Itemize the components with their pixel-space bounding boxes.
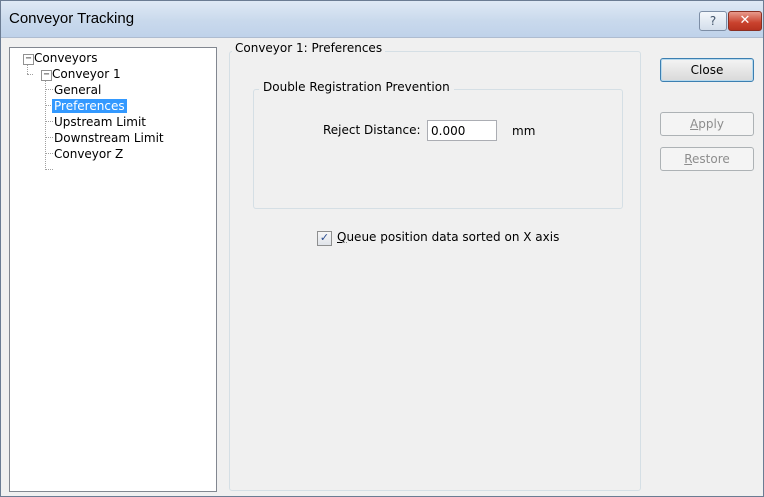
help-button[interactable]: ? <box>699 11 727 31</box>
reject-distance-label: Reject Distance: <box>323 123 421 137</box>
queue-sorted-label[interactable]: Queue position data sorted on X axis <box>337 230 559 244</box>
conveyor-tree[interactable]: − Conveyors − Conveyor 1 General Prefere… <box>9 47 217 492</box>
tree-line <box>27 74 33 75</box>
title-bar[interactable]: Conveyor Tracking ? ✕ <box>1 1 763 38</box>
close-button[interactable]: Close <box>660 58 754 82</box>
tree-item-label: Conveyor 1 <box>52 67 121 81</box>
tree-item-label: Upstream Limit <box>54 115 147 129</box>
collapse-icon[interactable]: − <box>41 70 52 81</box>
tree-item-label: Conveyors <box>34 51 98 65</box>
tree-item-downstream-limit[interactable]: Downstream Limit <box>54 130 164 146</box>
queue-sorted-label-text: ueue position data sorted on X axis <box>346 230 560 244</box>
panel-title: Conveyor 1: Preferences <box>232 41 386 55</box>
group-title: Double Registration Prevention <box>259 80 454 94</box>
close-window-button[interactable]: ✕ <box>728 11 762 31</box>
window-title: Conveyor Tracking <box>9 10 135 27</box>
collapse-icon[interactable]: − <box>23 54 34 65</box>
tree-item-preferences[interactable]: Preferences <box>52 98 127 114</box>
queue-sorted-checkbox[interactable]: ✓ <box>317 231 332 246</box>
reject-distance-unit: mm <box>512 124 536 138</box>
tree-item-conveyors[interactable]: Conveyors <box>34 50 97 66</box>
tree-line <box>45 89 53 90</box>
tree-item-label: Conveyor Z <box>54 147 124 161</box>
double-registration-group <box>253 89 623 209</box>
tree-line <box>45 169 53 170</box>
tree-line <box>45 153 53 154</box>
tree-item-label: Downstream Limit <box>54 131 164 145</box>
tree-item-label: Preferences <box>52 99 127 113</box>
restore-label: estore <box>692 152 730 166</box>
tree-item-label: General <box>54 83 102 97</box>
tree-item-upstream-limit[interactable]: Upstream Limit <box>54 114 146 130</box>
restore-button[interactable]: Restore <box>660 147 754 171</box>
tree-line <box>45 137 53 138</box>
tree-item-conveyor-1[interactable]: Conveyor 1 <box>52 66 121 82</box>
mnemonic-r: R <box>684 152 693 166</box>
tree-line <box>45 78 46 170</box>
reject-distance-input[interactable]: 0.000 <box>427 120 497 141</box>
apply-button[interactable]: Apply <box>660 112 754 136</box>
tree-item-general[interactable]: General <box>54 82 101 98</box>
tree-item-conveyor-z[interactable]: Conveyor Z <box>54 146 123 162</box>
conveyor-tracking-dialog: Conveyor Tracking ? ✕ − Conveyors − Conv… <box>0 0 764 497</box>
tree-line <box>45 121 53 122</box>
apply-label: pply <box>698 117 724 131</box>
